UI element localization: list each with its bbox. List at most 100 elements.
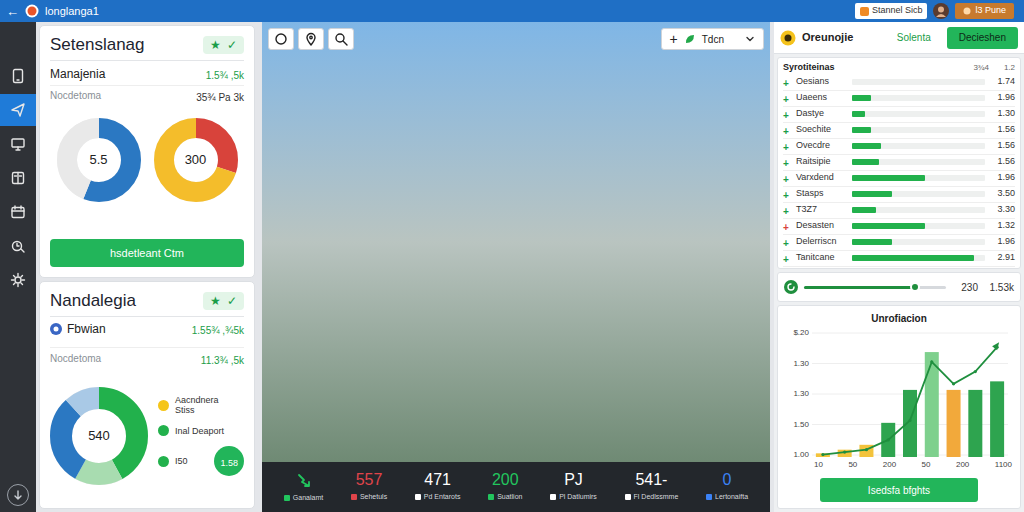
row-value: 1.30 [989, 107, 1015, 121]
row-name: Soechite [796, 123, 848, 137]
row-bar-track [852, 79, 985, 85]
sidebar-item[interactable] [0, 94, 36, 126]
x-tick: 200 [883, 461, 896, 473]
map-stat-value: 200 [492, 472, 519, 488]
chart-point [908, 419, 911, 422]
row-value: 1.56 [989, 139, 1015, 153]
row-bar-track [852, 175, 985, 181]
map-stat-swatch [706, 494, 712, 500]
user-icon [963, 7, 971, 15]
gear-icon [10, 272, 26, 288]
city-map-view[interactable]: +Tdcn [262, 22, 770, 462]
list-row[interactable]: +Stasps3.50 [783, 187, 1015, 203]
badge-glyph: ★ [210, 39, 221, 51]
chart-point [843, 451, 846, 454]
map-stat-value: 541- [635, 472, 667, 488]
collapse-button[interactable] [7, 484, 29, 506]
sidebar-item[interactable] [0, 60, 36, 92]
list-row[interactable]: +Desasten1.32 [783, 219, 1015, 235]
chart-point [865, 448, 868, 451]
card-header: Setenslanag★✓ [50, 29, 244, 61]
row-value: 1.74 [989, 75, 1015, 89]
row-bar-track [852, 255, 985, 261]
donut-segment [67, 128, 131, 192]
search-button[interactable]: Stannel Sicb [855, 3, 928, 19]
add-layer[interactable]: + [670, 32, 678, 46]
favorite-badge[interactable]: ★✓ [203, 292, 244, 310]
back-button[interactable]: ← [6, 5, 19, 18]
icon-sidebar [0, 22, 36, 512]
stat-label-group: Nocdetoma [50, 351, 101, 366]
layer-selector[interactable]: +Tdcn [661, 28, 764, 50]
sidebar-item[interactable] [0, 230, 36, 262]
slider-track[interactable] [804, 286, 946, 289]
summary-button[interactable]: hsdetleant Ctm [50, 239, 244, 267]
row-name: T3Z7 [796, 203, 848, 217]
map-stat-label: Lertonaifta [715, 492, 748, 503]
row-bar-fill [852, 143, 881, 149]
list-row[interactable]: +T3Z73.30 [783, 203, 1015, 219]
sidebar-item[interactable] [0, 128, 36, 160]
top-bar: ←longlanga1Stannel Sicbl3 Pune [0, 0, 1024, 22]
sidebar-item[interactable] [0, 196, 36, 228]
slider-max: 1.53k [984, 280, 1014, 295]
right-link[interactable]: Solenta [897, 30, 931, 45]
slider-fill [804, 286, 915, 289]
search-icon [334, 32, 348, 46]
favorite-badge[interactable]: ★✓ [203, 36, 244, 54]
list-row[interactable]: +Raitsipie1.56 [783, 155, 1015, 171]
stat-row: Manajenia1.5¾ ,5k [50, 63, 244, 85]
map-stat-label: Fl Dedlssmme [634, 492, 679, 503]
row-value: 1.96 [989, 235, 1015, 249]
donut-segment-group [61, 398, 137, 474]
list-row[interactable]: +Uaeens1.96 [783, 91, 1015, 107]
row-bar-track [852, 111, 985, 117]
x-tick: 10 [814, 461, 823, 473]
chart-bar-group [990, 381, 1004, 457]
badge-glyph: ✓ [227, 295, 237, 307]
detail-card: Nandalegia★✓Fbwian1.55¾ ,¾5kNocdetoma11.… [39, 281, 255, 509]
map-panel: +TdcnGanalamt557Sehetuls471Pd Entarots20… [262, 22, 770, 512]
row-bar-fill [852, 223, 925, 229]
legend-label: I50 [175, 456, 208, 466]
row-name: Oesians [796, 75, 848, 89]
right-header-button[interactable]: Decieshen [947, 27, 1018, 49]
list-row[interactable]: +Delerriscn1.96 [783, 235, 1015, 251]
list-row[interactable]: +Tanitcane2.91 [783, 251, 1015, 267]
map-tool-button[interactable] [328, 28, 354, 50]
sidebar-item[interactable] [0, 162, 36, 194]
list-row[interactable]: +Varxdend1.96 [783, 171, 1015, 187]
x-tick: 50 [922, 461, 931, 473]
map-stat: 541- Fl Dedlssmme [625, 472, 679, 503]
badge-glyph: ✓ [227, 39, 237, 51]
slider-thumb[interactable] [910, 282, 920, 292]
y-tick: 1.50 [784, 421, 809, 429]
list-row[interactable]: +Dastye1.30 [783, 107, 1015, 123]
chevron-down-icon [745, 34, 755, 44]
chart-button[interactable]: Isedsfa bfghts [820, 478, 978, 502]
stat-value: 11.3¾ ,5k [201, 355, 244, 366]
list-row[interactable]: +Oesians1.74 [783, 75, 1015, 91]
x-tick: 1100 [995, 461, 1012, 473]
send-icon [10, 102, 26, 118]
map-tool-button[interactable] [298, 28, 324, 50]
list-row[interactable]: +Ovecdre1.56 [783, 139, 1015, 155]
map-stat-swatch [415, 494, 421, 500]
slider-row: 2301.53k [777, 272, 1021, 302]
stat-label: Nocdetoma [50, 88, 101, 103]
donut-center: 300 [154, 118, 238, 202]
x-axis: 1050200502001100 [784, 461, 1014, 473]
donut-center: 540 [50, 387, 148, 485]
stat-label: Fbwian [67, 320, 106, 338]
row-bar-track [852, 95, 985, 101]
map-tool-button[interactable] [268, 28, 294, 50]
row-bar-fill [852, 95, 871, 101]
map-stat: 200Suatlion [488, 472, 522, 503]
list-title: Syrotiteinas [783, 61, 959, 75]
sidebar-item[interactable] [0, 264, 36, 296]
list-row[interactable]: +Soechite1.56 [783, 123, 1015, 139]
map-stat-swatch [550, 494, 556, 500]
map-stat-label-row: Ganalamt [284, 493, 323, 504]
user-button[interactable]: l3 Pune [955, 3, 1014, 19]
map-stat-value: 557 [356, 472, 383, 488]
